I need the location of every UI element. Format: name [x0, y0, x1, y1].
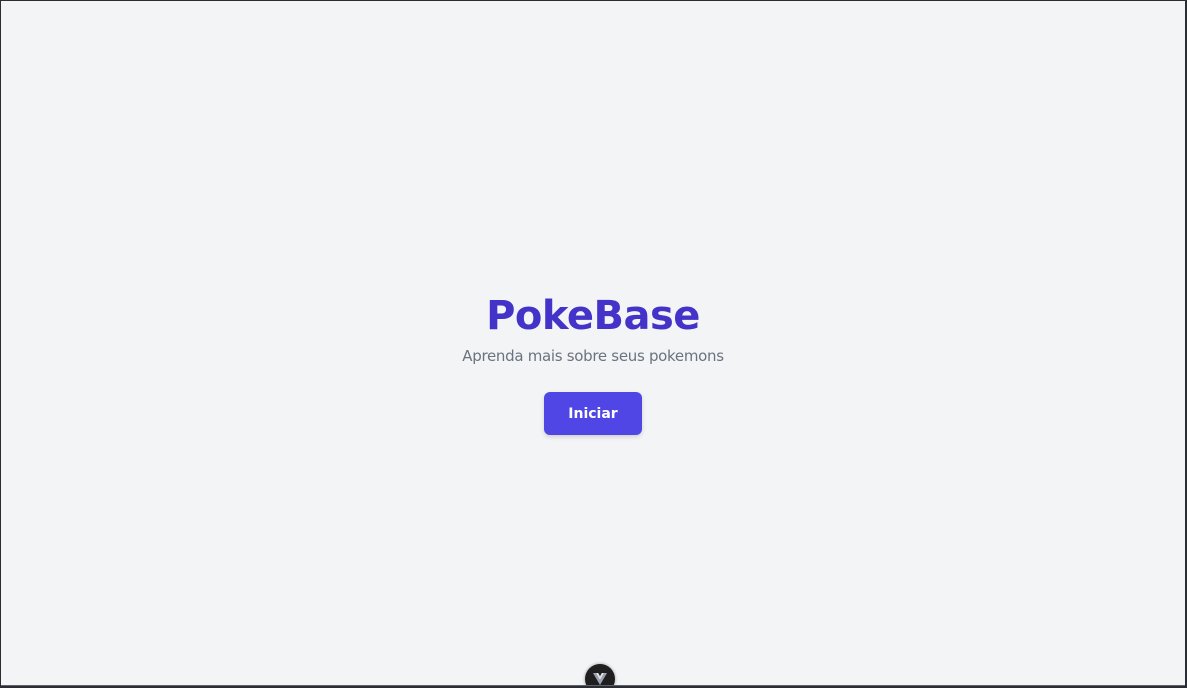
window-bottom-border: [1, 685, 1185, 686]
app-title: PokeBase: [486, 293, 700, 339]
app-subtitle: Aprenda mais sobre seus pokemons: [462, 347, 724, 365]
hero-section: PokeBase Aprenda mais sobre seus pokemon…: [1, 292, 1185, 435]
start-button[interactable]: Iniciar: [544, 392, 642, 435]
vue-devtools-toggle[interactable]: [585, 664, 615, 686]
page-viewport: PokeBase Aprenda mais sobre seus pokemon…: [1, 1, 1185, 686]
vue-logo-icon: [593, 670, 607, 686]
